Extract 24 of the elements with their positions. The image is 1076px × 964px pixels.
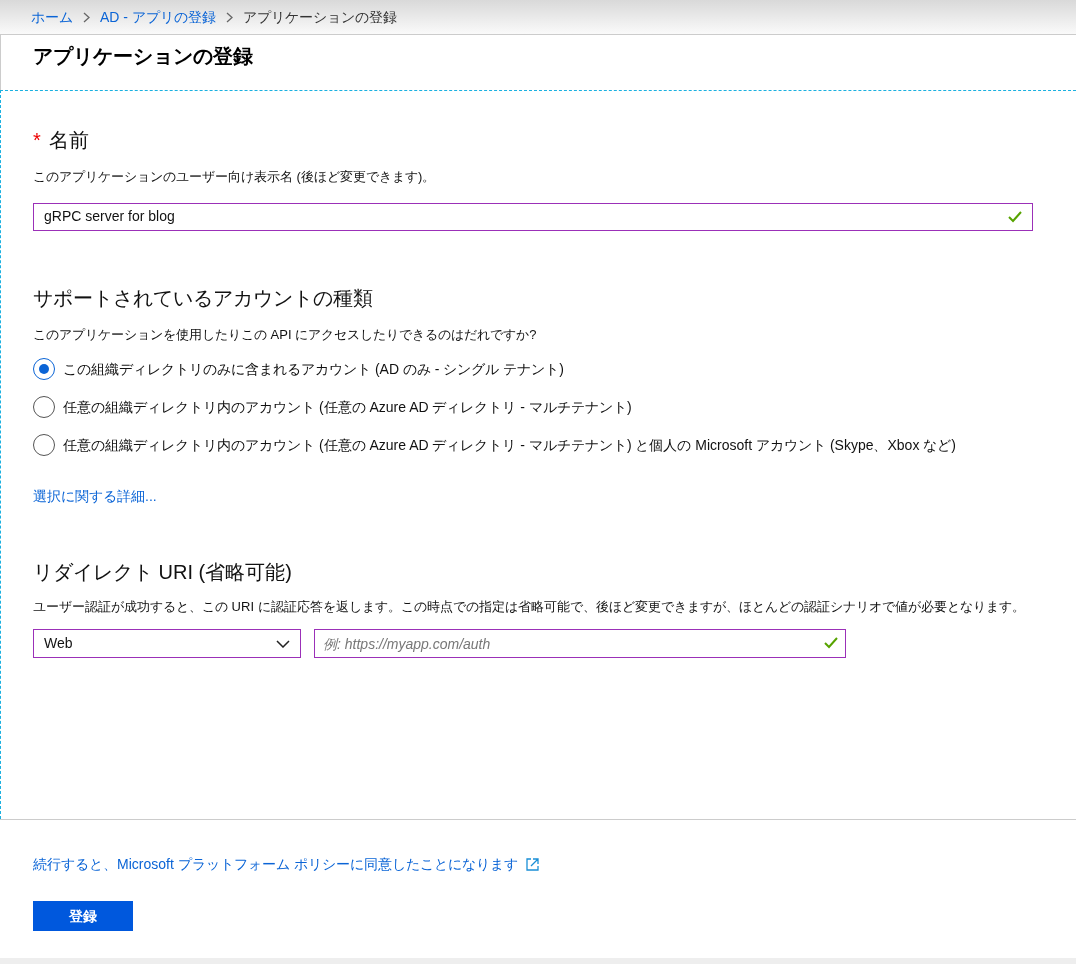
- chevron-right-icon: [83, 11, 90, 23]
- radio-label: 任意の組織ディレクトリ内のアカウント (任意の Azure AD ディレクトリ - マルチテナント) と個人の Microsoft アカウント (Skype、Xbox など): [63, 435, 956, 455]
- uri-input-field[interactable]: 例: https://myapp.com/auth: [314, 629, 846, 658]
- section-heading: サポートされているアカウントの種類: [33, 285, 374, 311]
- radio-label: この組織ディレクトリのみに含まれるアカウント (AD のみ - シングル テナント): [63, 359, 564, 379]
- section-question: このアプリケーションを使用したりこの API にアクセスしたりできるのはだれですか?: [33, 325, 538, 344]
- radio-label: 任意の組織ディレクトリ内のアカウント (任意の Azure AD ディレクトリ - マルチテナント): [63, 397, 632, 417]
- policy-link[interactable]: 続行すると、Microsoft プラットフォーム ポリシーに同意したことになります: [33, 854, 518, 875]
- field-description: ユーザー認証が成功すると、この URI に認証応答を返します。この時点での指定は省略可能で、後ほど変更できますが、ほとんどの認証シナリオで値が必要となります。: [33, 598, 1026, 616]
- name-input-field[interactable]: gRPC server for blog: [33, 202, 1033, 231]
- help-link[interactable]: 選択に関する詳細...: [33, 486, 157, 507]
- field-description: このアプリケーションのユーザー向け表示名 (後ほど変更できます)。: [33, 168, 437, 186]
- section-heading: 名前: [48, 128, 89, 153]
- chevron-right-icon: [225, 11, 233, 23]
- page-title: アプリケーションの登録: [33, 44, 254, 69]
- required-mark: *: [33, 128, 41, 153]
- section-heading: リダイレクト URI (省略可能): [33, 560, 293, 585]
- platform-select[interactable]: Web: [33, 629, 301, 658]
- external-link-icon: [525, 858, 539, 871]
- register-button[interactable]: 登録: [33, 901, 133, 931]
- breadcrumb-link[interactable]: ホーム: [31, 6, 73, 28]
- breadcrumb-current: アプリケーションの登録: [242, 7, 397, 27]
- breadcrumb-link[interactable]: AD - アプリの登録: [100, 6, 216, 28]
- chevron-down-icon: [276, 639, 290, 648]
